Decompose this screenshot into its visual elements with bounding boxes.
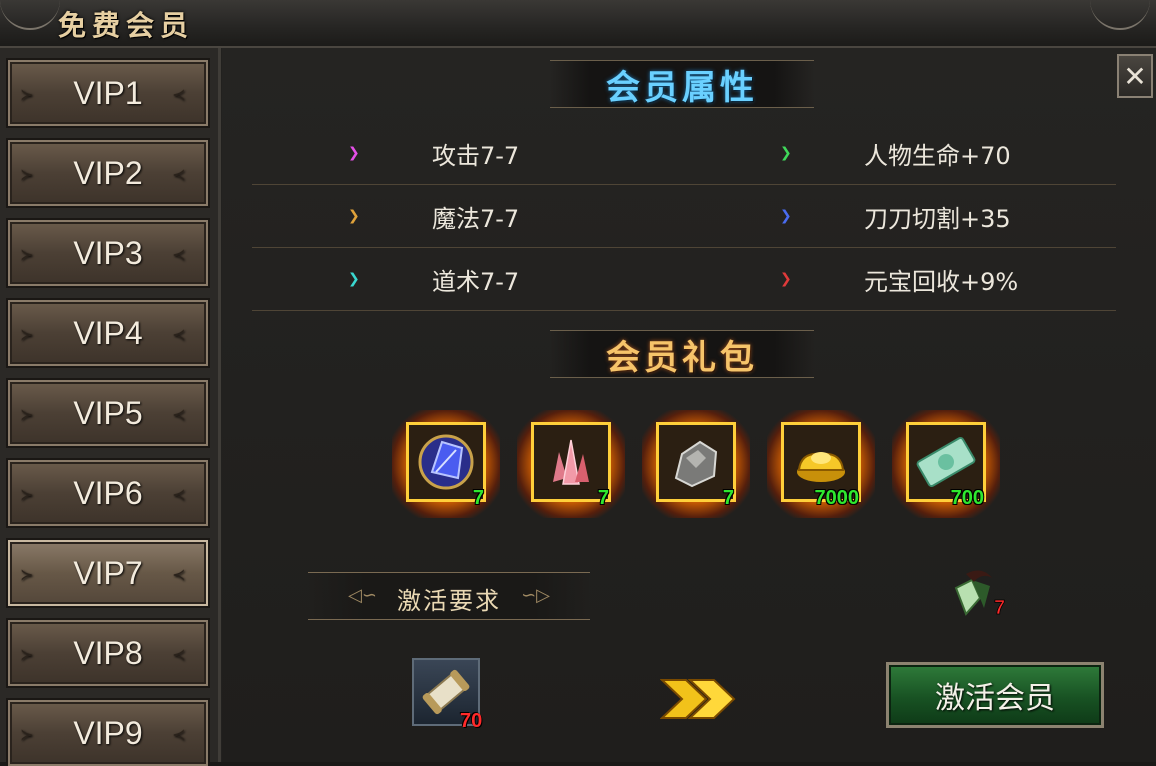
sidebar-item-label: VIP5 <box>73 394 143 431</box>
title-bar: 免费会员 <box>0 0 1156 48</box>
sidebar-item-vip2[interactable]: ≻ VIP2 ≺ <box>8 140 208 206</box>
attribute-text: 攻击7-7 <box>432 142 520 170</box>
bullet-arrow-icon: ❯ <box>780 145 792 161</box>
pink-crystal-icon <box>553 439 589 485</box>
gift-item-slot[interactable]: 700 <box>892 410 1000 518</box>
sidebar-item-vip9[interactable]: ≻ VIP9 ≺ <box>8 700 208 766</box>
sidebar-item-vip5[interactable]: ≻ VIP5 ≺ <box>8 380 208 446</box>
sidebar-item-label: VIP8 <box>73 634 143 671</box>
gift-pack-title: 会员礼包 <box>550 330 814 378</box>
attribute-text: 人物生命+70 <box>864 142 1011 170</box>
requirement-item-count: 70 <box>460 710 483 732</box>
ornament-icon: ≻ <box>20 327 34 344</box>
sidebar-item-vip1[interactable]: ≻ VIP1 ≺ <box>8 60 208 126</box>
gold-ingot-icon <box>797 452 845 482</box>
ornament-icon: ≺ <box>172 407 186 424</box>
gift-item-slot[interactable]: 7 <box>392 410 500 518</box>
gift-item-slot[interactable]: 7 <box>642 410 750 518</box>
attribute-text: 刀刀切割+35 <box>864 205 1011 233</box>
sidebar-item-label: VIP1 <box>73 74 143 111</box>
attribute-text: 魔法7-7 <box>432 205 520 233</box>
vip-window: 免费会员 ≻ VIP1 ≺ ≻ VIP2 ≺ ≻ VIP3 ≺ ≻ VIP4 ≺ ≻ VIP5 ≺ ≻ VIP6… <box>0 0 1156 766</box>
corner-ornament-left <box>0 0 60 30</box>
attribute-text: 道术7-7 <box>432 268 520 296</box>
ornament-icon: ≺ <box>172 327 186 344</box>
sidebar-item-vip3[interactable]: ≻ VIP3 ≺ <box>8 220 208 286</box>
ornament-icon: ≺ <box>172 567 186 584</box>
sidebar-item-label: VIP7 <box>73 554 143 591</box>
attribute-row: ❯ 攻击7-7 ❯ 人物生命+70 <box>252 122 1116 185</box>
sidebar-item-label: VIP3 <box>73 234 143 271</box>
gift-item-count: 7 <box>597 487 609 509</box>
bullet-arrow-icon: ❯ <box>348 145 360 161</box>
sidebar-item-label: VIP2 <box>73 154 143 191</box>
sidebar-item-vip6[interactable]: ≻ VIP6 ≺ <box>8 460 208 526</box>
vip-badge-icon: 7 <box>954 570 1006 619</box>
gift-item-slot[interactable]: 7000 <box>767 410 875 518</box>
bullet-arrow-icon: ❯ <box>348 208 360 224</box>
ornament-icon: ≻ <box>20 487 34 504</box>
corner-ornament-right <box>1090 0 1150 30</box>
gift-item-count: 7 <box>472 487 484 509</box>
bullet-arrow-icon: ❯ <box>780 271 792 287</box>
sidebar-item-label: VIP4 <box>73 314 143 351</box>
window-title: 免费会员 <box>58 9 195 42</box>
vip-level-sidebar: ≻ VIP1 ≺ ≻ VIP2 ≺ ≻ VIP3 ≺ ≻ VIP4 ≺ ≻ VIP5 ≺ ≻ VIP6 ≺ ≻ VIP… <box>0 48 221 766</box>
sidebar-item-label: VIP6 <box>73 474 143 511</box>
ornament-icon: ≻ <box>20 647 34 664</box>
blue-crystal-icon <box>418 434 474 490</box>
activate-vip-button[interactable]: 激活会员 <box>886 662 1104 728</box>
attributes-title: 会员属性 <box>550 60 814 108</box>
gift-item-count: 700 <box>950 487 984 509</box>
ornament-icon: ≻ <box>20 167 34 184</box>
ornament-right-icon: ∽▷ <box>521 585 550 606</box>
bullet-arrow-icon: ❯ <box>348 271 360 287</box>
sidebar-item-vip7[interactable]: ≻ VIP7 ≺ <box>8 540 208 606</box>
gift-item-count: 7 <box>722 487 734 509</box>
ornament-icon: ≺ <box>172 247 186 264</box>
double-arrow-icon <box>660 679 736 719</box>
ornament-icon: ≻ <box>20 727 34 744</box>
ornament-icon: ≻ <box>20 567 34 584</box>
ornament-icon: ≺ <box>172 167 186 184</box>
sidebar-item-vip8[interactable]: ≻ VIP8 ≺ <box>8 620 208 686</box>
banknote-icon <box>916 436 976 488</box>
ore-rock-icon <box>674 440 718 488</box>
gift-item-count: 7000 <box>814 487 860 509</box>
vip-badge-level: 7 <box>994 597 1005 619</box>
ornament-icon: ≻ <box>20 247 34 264</box>
sidebar-item-label: VIP9 <box>73 714 143 751</box>
attribute-text: 元宝回收+9% <box>864 268 1019 296</box>
ornament-icon: ≻ <box>20 87 34 104</box>
requirement-banner: ◁∽ 激活要求 ∽▷ <box>308 572 590 620</box>
ornament-icon: ≺ <box>172 727 186 744</box>
ornament-icon: ≺ <box>172 647 186 664</box>
ornament-icon: ≻ <box>20 407 34 424</box>
gift-item-slot[interactable]: 7 <box>517 410 625 518</box>
bullet-arrow-icon: ❯ <box>780 208 792 224</box>
attribute-row: ❯ 道术7-7 ❯ 元宝回收+9% <box>252 248 1116 311</box>
attribute-row: ❯ 魔法7-7 ❯ 刀刀切割+35 <box>252 185 1116 248</box>
ornament-icon: ≺ <box>172 487 186 504</box>
ornament-icon: ≺ <box>172 87 186 104</box>
close-button[interactable]: ✕ <box>1117 54 1153 98</box>
sidebar-item-vip4[interactable]: ≻ VIP4 ≺ <box>8 300 208 366</box>
